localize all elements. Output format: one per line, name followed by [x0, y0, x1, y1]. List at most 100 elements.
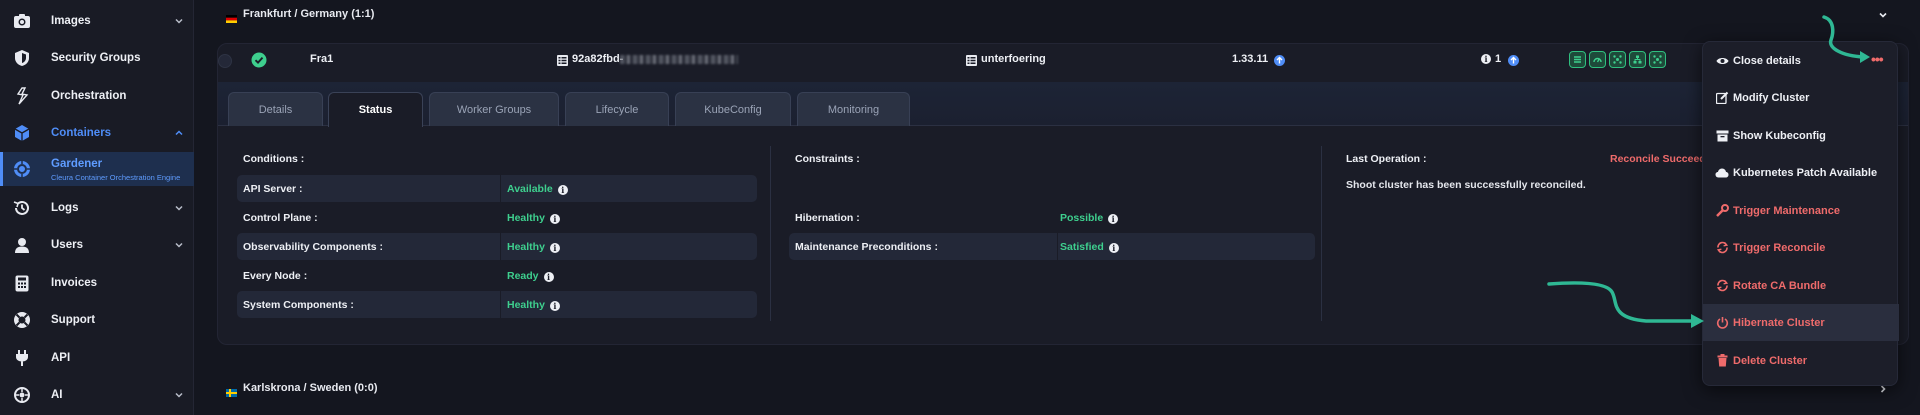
divider: [500, 233, 501, 260]
rotate-icon: [1715, 279, 1729, 293]
more-dots-icon[interactable]: •••: [1871, 51, 1884, 67]
refresh-icon: [1715, 241, 1729, 255]
sidebar-item-label: Logs: [51, 202, 79, 214]
main-content: Frankfurt / Germany (1:1) Fra1 92a82fbd-: [195, 0, 1920, 415]
sidebar-item-label: Gardener: [51, 158, 103, 170]
menu-item-kubernetes-patch-available[interactable]: Kubernetes Patch Available: [1703, 154, 1899, 191]
constraint-value-wrap: Satisfied i: [1060, 241, 1119, 253]
menu-item-modify-cluster[interactable]: Modify Cluster: [1703, 79, 1899, 116]
sidebar-item-containers[interactable]: Containers: [0, 115, 194, 151]
sidebar-item-label: API: [51, 352, 71, 364]
info-icon[interactable]: i: [549, 301, 560, 311]
cloud-icon: [1715, 166, 1729, 180]
gardener-icon: [12, 159, 32, 179]
sidebar-item-security-groups[interactable]: Security Groups: [0, 40, 194, 76]
condition-value: Ready: [507, 270, 539, 282]
sidebar-item-users[interactable]: Users: [0, 227, 194, 263]
redacted-id-blur: [620, 55, 738, 64]
check-circle-icon: [251, 52, 267, 73]
cluster-id: 92a82fbd-: [572, 53, 624, 65]
condition-value-wrap: Healthy i: [507, 212, 560, 224]
chevron-down-icon: [172, 14, 186, 28]
upgrade-available-icon[interactable]: [1274, 53, 1285, 71]
condition-key: Every Node :: [243, 270, 308, 282]
tab-details[interactable]: Details: [228, 92, 323, 126]
info-icon[interactable]: i: [1108, 214, 1119, 224]
cluster-project: unterfoering: [981, 53, 1046, 65]
cluster-header-row[interactable]: Fra1 92a82fbd- unterfoering 1.33.11 i 1: [218, 44, 1908, 74]
hierarchy-badge-icon: [1629, 51, 1646, 68]
sidebar-item-logs[interactable]: Logs: [0, 190, 194, 226]
divider: [500, 262, 501, 289]
sidebar-item-support[interactable]: Support: [0, 302, 194, 338]
ai-icon: [12, 385, 32, 405]
tab-status[interactable]: Status: [328, 92, 423, 127]
cube-icon: [12, 123, 32, 143]
eye-icon: [1715, 54, 1729, 68]
column-divider: [770, 146, 771, 321]
trash-icon: [1715, 354, 1729, 368]
menu-item-trigger-reconcile[interactable]: Trigger Reconcile: [1703, 229, 1899, 266]
conditions-title: Conditions :: [243, 153, 305, 165]
condition-row: System Components : Healthy i: [237, 291, 757, 318]
sidebar-item-label: Users: [51, 239, 83, 251]
sidebar-item-sublabel: Cleura Container Orchestration Engine: [51, 173, 181, 182]
menu-item-hibernate-cluster[interactable]: Hibernate Cluster: [1703, 304, 1899, 341]
upgrade-available-icon[interactable]: [1508, 53, 1519, 71]
sidebar-item-label: Support: [51, 314, 96, 326]
edit-icon: [1715, 91, 1729, 105]
tab-worker-groups[interactable]: Worker Groups: [429, 92, 559, 126]
menu-item-delete-cluster[interactable]: Delete Cluster: [1703, 342, 1899, 379]
list-icon: [966, 53, 977, 71]
history-icon: [12, 198, 32, 218]
condition-row: API Server : Available i: [237, 175, 757, 202]
info-icon[interactable]: i: [1108, 243, 1119, 253]
menu-item-close-details[interactable]: Close details: [1703, 42, 1899, 79]
divider: [500, 204, 501, 231]
column-divider: [1321, 146, 1322, 321]
info-icon[interactable]: i: [549, 214, 560, 224]
sweden-flag: [226, 384, 237, 397]
tab-kubeconfig[interactable]: KubeConfig: [675, 92, 791, 126]
menu-item-label: Modify Cluster: [1733, 91, 1810, 104]
health-badges: [1569, 51, 1666, 68]
region-row-karlskrona[interactable]: Karlskrona / Sweden (0:0): [195, 374, 1920, 402]
condition-row: Control Plane : Healthy i: [237, 204, 757, 231]
info-icon[interactable]: i: [557, 185, 568, 195]
condition-value: Healthy: [507, 299, 545, 311]
menu-item-trigger-maintenance[interactable]: Trigger Maintenance: [1703, 192, 1899, 229]
menu-item-rotate-ca-bundle[interactable]: Rotate CA Bundle: [1703, 267, 1899, 304]
tab-lifecycle[interactable]: Lifecycle: [565, 92, 669, 126]
sidebar-item-invoices[interactable]: Invoices: [0, 265, 194, 301]
menu-item-label: Trigger Maintenance: [1733, 204, 1840, 217]
tab-monitoring[interactable]: Monitoring: [797, 92, 910, 126]
chevron-down-icon: [172, 388, 186, 402]
user-icon: [12, 235, 32, 255]
sidebar-item-images[interactable]: Images: [0, 3, 194, 39]
sidebar-item-orchestration[interactable]: Orchestration: [0, 78, 194, 114]
list-icon: [557, 53, 568, 71]
sidebar-item-label: AI: [51, 389, 63, 401]
cluster-card: Fra1 92a82fbd- unterfoering 1.33.11 i 1: [217, 43, 1909, 345]
tab-bar: Details Status Worker Groups Lifecycle K…: [218, 82, 1908, 127]
select-radio[interactable]: [218, 54, 232, 68]
camera-icon: [12, 11, 32, 31]
menu-item-label: Close details: [1733, 54, 1801, 67]
chevron-down-icon[interactable]: [1876, 8, 1890, 22]
constraint-key: Maintenance Preconditions :: [795, 241, 938, 253]
menu-item-label: Kubernetes Patch Available: [1733, 166, 1878, 179]
sidebar-item-api[interactable]: API: [0, 340, 194, 376]
menu-item-show-kubeconfig[interactable]: Show Kubeconfig: [1703, 117, 1899, 154]
sidebar-item-gardener[interactable]: Gardener Cleura Container Orchestration …: [0, 152, 194, 186]
sidebar-item-ai[interactable]: AI: [0, 377, 194, 413]
last-operation-message: Shoot cluster has been successfully reco…: [1346, 179, 1586, 191]
constraints-title: Constraints :: [795, 153, 860, 165]
constraint-value: Satisfied: [1060, 241, 1104, 253]
info-icon[interactable]: i: [543, 272, 554, 282]
lifebuoy-icon: [12, 310, 32, 330]
region-row-frankfurt[interactable]: Frankfurt / Germany (1:1): [195, 0, 1920, 28]
gauge-badge-icon: [1589, 51, 1606, 68]
info-icon[interactable]: i: [549, 243, 560, 253]
germany-flag: [226, 10, 237, 23]
cluster-actions-menu: Close details Modify Cluster Show Kubeco…: [1702, 41, 1899, 386]
